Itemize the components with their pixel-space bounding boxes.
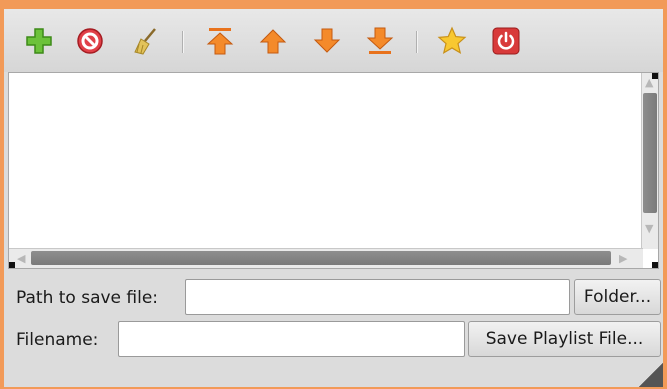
add-icon bbox=[26, 28, 52, 54]
move-down-button[interactable] bbox=[309, 23, 345, 59]
toolbar bbox=[4, 9, 663, 72]
playlist-list[interactable]: ▲ ▼ ◀ ▶ bbox=[8, 72, 659, 269]
move-to-bottom-icon bbox=[366, 27, 394, 54]
quit-button[interactable] bbox=[488, 23, 524, 59]
vertical-scrollbar[interactable]: ▲ ▼ bbox=[641, 73, 658, 249]
resize-grip[interactable] bbox=[639, 363, 663, 387]
stop-icon bbox=[77, 28, 103, 54]
favorite-button[interactable] bbox=[434, 23, 470, 59]
vertical-scroll-thumb[interactable] bbox=[643, 93, 657, 213]
power-icon bbox=[492, 27, 520, 55]
add-button[interactable] bbox=[21, 23, 57, 59]
folder-button[interactable]: Folder... bbox=[574, 279, 661, 315]
scroll-down-arrow-icon[interactable]: ▼ bbox=[645, 223, 653, 234]
broom-icon bbox=[134, 28, 156, 55]
path-label: Path to save file: bbox=[16, 288, 159, 308]
move-up-icon bbox=[259, 29, 287, 54]
scroll-corner-marker bbox=[9, 262, 15, 268]
toolbar-separator bbox=[416, 31, 418, 53]
move-down-icon bbox=[313, 28, 341, 53]
horizontal-scroll-thumb[interactable] bbox=[31, 251, 611, 265]
scroll-right-arrow-icon[interactable]: ▶ bbox=[619, 253, 627, 264]
toolbar-separator bbox=[182, 31, 184, 53]
star-icon bbox=[437, 26, 467, 55]
playlist-window: ▲ ▼ ◀ ▶ Path to save file: Folder... Fil… bbox=[4, 9, 663, 387]
filename-input[interactable] bbox=[118, 321, 465, 357]
save-playlist-button[interactable]: Save Playlist File... bbox=[468, 321, 661, 357]
horizontal-scrollbar[interactable]: ◀ ▶ bbox=[9, 248, 643, 268]
clear-button[interactable] bbox=[72, 23, 108, 59]
scroll-left-arrow-icon[interactable]: ◀ bbox=[17, 253, 25, 264]
move-to-bottom-button[interactable] bbox=[362, 23, 398, 59]
scroll-corner-marker bbox=[652, 262, 658, 268]
path-input[interactable] bbox=[185, 279, 570, 315]
move-up-button[interactable] bbox=[255, 23, 291, 59]
move-to-top-button[interactable] bbox=[202, 23, 238, 59]
filename-label: Filename: bbox=[16, 330, 99, 350]
clean-button[interactable] bbox=[128, 23, 164, 59]
move-to-top-icon bbox=[206, 28, 234, 55]
scroll-corner-marker bbox=[652, 73, 658, 79]
